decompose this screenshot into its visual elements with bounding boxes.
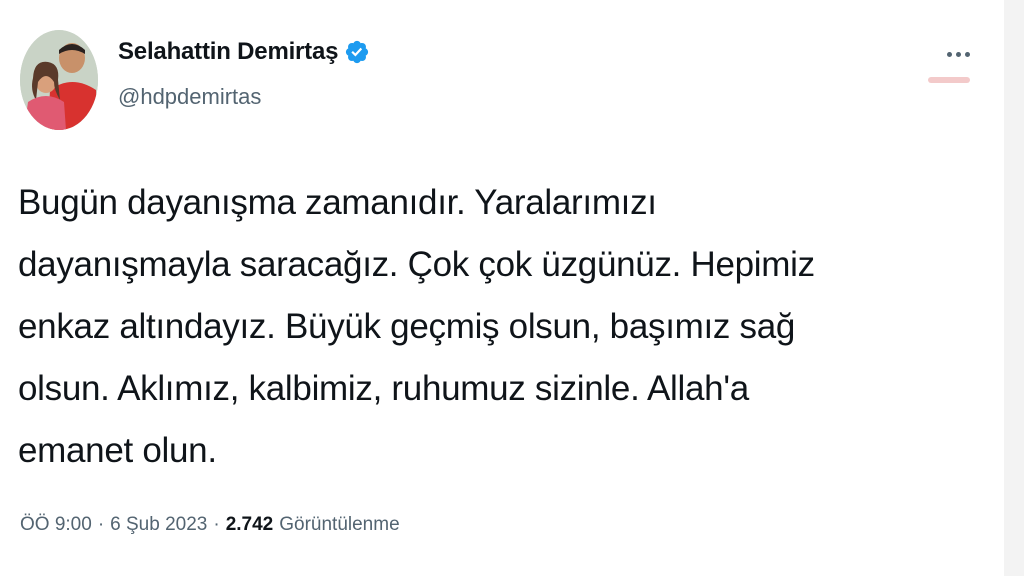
more-horizontal-icon — [946, 51, 952, 57]
more-dot — [964, 51, 970, 57]
author-handle[interactable]: @hdpdemirtas — [118, 84, 261, 110]
author-name[interactable]: Selahattin Demirtaş — [118, 38, 338, 66]
avatar-photo — [20, 30, 98, 130]
verified-badge-icon — [344, 39, 370, 65]
views-label: Görüntülenme — [279, 514, 400, 535]
avatar[interactable] — [20, 30, 98, 130]
tweet-time[interactable]: ÖÖ 9:00 — [20, 514, 92, 536]
tweet-card: Selahattin Demirtaş @hdpdemirtas Bugün d… — [0, 0, 1004, 576]
views-count: 2.742 — [225, 514, 274, 535]
watermark-logo — [928, 74, 970, 89]
meta-separator: · — [97, 514, 105, 535]
more-options-button[interactable] — [940, 42, 976, 66]
tweet-text: Bugün dayanışma zamanıdır. Yaralarımızı … — [18, 183, 815, 470]
more-dot — [955, 51, 961, 57]
meta-separator: · — [213, 514, 220, 535]
tweet-meta: ÖÖ 9:00 · 6 Şub 2023 · 2.742 Görüntülenm… — [20, 514, 400, 536]
author-name-row: Selahattin Demirtaş — [118, 38, 370, 66]
tweet-date[interactable]: 6 Şub 2023 — [110, 514, 207, 536]
